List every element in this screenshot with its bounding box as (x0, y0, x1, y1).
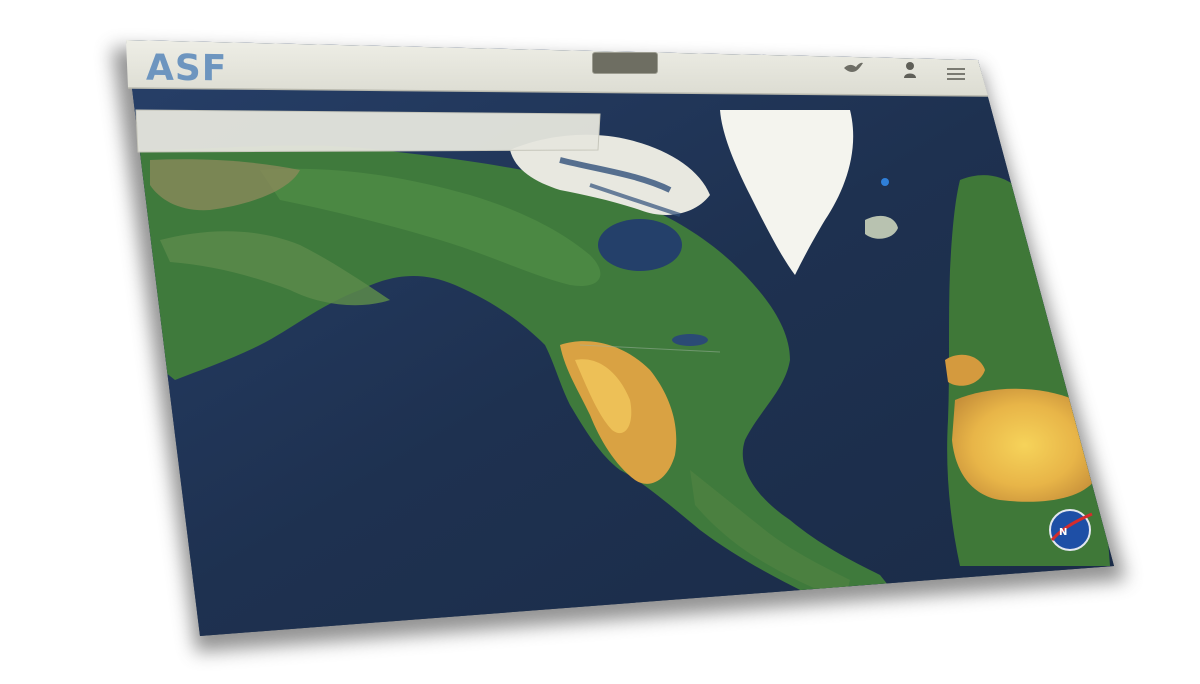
asf-logo[interactable]: ASF (146, 48, 227, 90)
screenshot-stage: N ASF (0, 0, 1200, 684)
hamburger-menu-icon[interactable] (946, 66, 966, 82)
user-icon[interactable] (902, 60, 918, 80)
center-control-button[interactable] (592, 52, 658, 74)
tilted-screen: N (112, 40, 1126, 652)
search-strip[interactable] (136, 110, 600, 152)
location-marker[interactable] (881, 178, 889, 186)
hudson-bay (598, 219, 682, 271)
bird-icon[interactable] (842, 58, 864, 78)
great-lakes (672, 334, 708, 346)
svg-text:N: N (1059, 527, 1067, 538)
